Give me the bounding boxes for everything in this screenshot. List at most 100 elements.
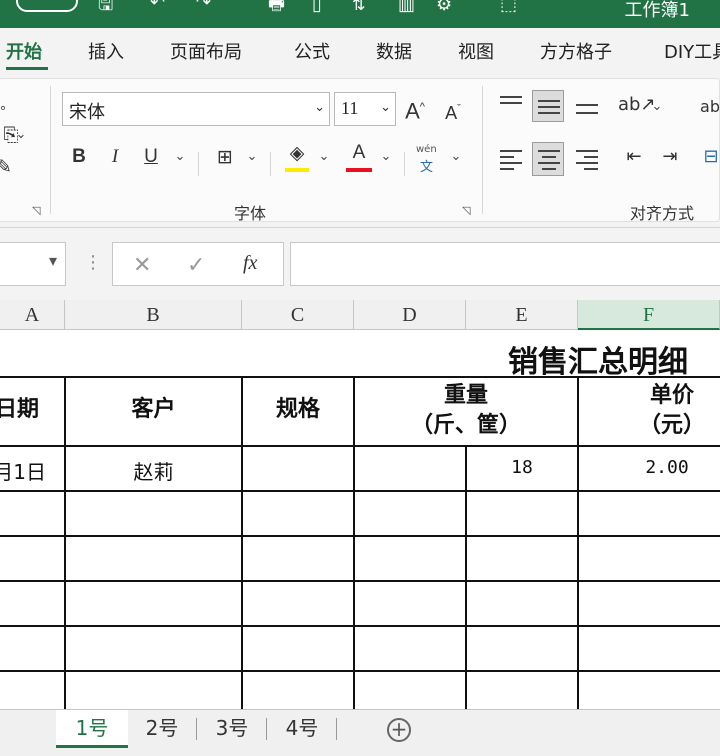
clipboard-launcher-icon[interactable]: ◹ (32, 204, 40, 217)
underline-dropdown-icon[interactable]: ⌄ (172, 142, 188, 172)
chevron-down-icon[interactable]: ⌄ (314, 99, 325, 115)
tab-diy-toolbox[interactable]: DIY工具箱 (664, 38, 720, 64)
column-header-b[interactable]: B (65, 300, 242, 330)
wrap-text-icon[interactable]: ab (700, 92, 720, 122)
column-header-f[interactable]: F (578, 300, 720, 330)
increase-font-size-button[interactable]: A^ (400, 92, 430, 126)
sheet-tab-bar: 1号 2号 3号 4号 + (0, 709, 720, 756)
chevron-down-icon[interactable]: ⌄ (380, 99, 391, 115)
cell-date[interactable]: 月1日 (0, 456, 64, 485)
settings-icon[interactable]: ⚙ (436, 0, 452, 16)
row-border (0, 445, 720, 447)
decrease-font-size-button[interactable]: Aˇ (438, 94, 468, 128)
group-separator (50, 86, 51, 214)
group-separator (482, 86, 483, 214)
font-launcher-icon[interactable]: ◹ (462, 204, 470, 217)
column-header-e[interactable]: E (466, 300, 578, 330)
cell-customer[interactable]: 赵莉 (65, 456, 242, 485)
new-file-icon[interactable]: ▯ (312, 0, 322, 16)
cell-weight[interactable]: 18 (466, 457, 578, 478)
italic-button[interactable]: I (102, 142, 128, 172)
active-tab-indicator (6, 67, 48, 70)
formula-input[interactable] (290, 242, 720, 286)
group-separator (404, 152, 405, 176)
name-box-dropdown-icon[interactable]: ▾ (49, 251, 57, 270)
align-top-icon[interactable] (500, 96, 522, 114)
cell-price[interactable]: 2.00 (578, 457, 720, 478)
bold-button[interactable]: B (66, 142, 92, 172)
ribbon-tabs: 开始 插入 页面布局 公式 数据 视图 方方格子 DIY工具箱 (0, 28, 720, 72)
orientation-dropdown-icon[interactable]: ⌄ (650, 92, 664, 122)
redo-icon[interactable]: ↷ (196, 0, 211, 14)
header-customer[interactable]: 客户 (65, 395, 242, 425)
screenshot-icon[interactable]: ⬚ (500, 0, 517, 16)
title-bar: 🖫 ↶ ↷ 🖶 ▯ ⇅ ▥ ⚙ ⬚ 工作簿1 (0, 0, 720, 28)
row-border (0, 670, 720, 672)
column-border (64, 376, 66, 709)
tab-page-layout[interactable]: 页面布局 (170, 38, 242, 64)
save-icon[interactable]: 🖫 (98, 0, 113, 16)
fill-color-swatch (285, 168, 309, 172)
tab-data[interactable]: 数据 (376, 38, 412, 64)
align-left-icon[interactable] (500, 150, 522, 170)
header-date[interactable]: 日期 (0, 395, 64, 425)
sort-icon[interactable]: ⇅ (352, 0, 365, 16)
increase-indent-icon[interactable]: ⇥ (656, 142, 684, 172)
decrease-indent-icon[interactable]: ⇤ (620, 142, 648, 172)
autosave-toggle[interactable] (16, 0, 78, 12)
confirm-icon[interactable]: ✓ (187, 253, 205, 278)
column-header-c[interactable]: C (242, 300, 354, 330)
underline-button[interactable]: U (138, 142, 164, 172)
column-border (241, 376, 243, 709)
chart-icon[interactable]: ▥ (398, 0, 415, 16)
borders-icon[interactable]: ⊞ (208, 142, 242, 172)
tab-fangfang[interactable]: 方方格子 (540, 38, 612, 64)
undo-icon[interactable]: ↶ (150, 0, 165, 14)
align-bottom-icon[interactable] (576, 102, 598, 120)
header-spec[interactable]: 规格 (242, 395, 354, 425)
tab-view[interactable]: 视图 (458, 38, 494, 64)
sheet-tab-2[interactable]: 2号 (128, 710, 196, 748)
tab-home[interactable]: 开始 (6, 38, 42, 64)
header-weight-line2: （斤、筐） (410, 413, 521, 438)
merge-center-icon[interactable]: ⊟ (702, 142, 720, 172)
header-weight-line1[interactable]: 重量 (354, 381, 578, 411)
fill-color-dropdown-icon[interactable]: ⌄ (316, 142, 332, 172)
name-box[interactable]: ▾ (0, 242, 66, 286)
add-sheet-button[interactable]: + (387, 718, 411, 742)
ribbon: ∘ ⎘ ⌄ ✎ ◹ 宋体 ⌄ 11 ⌄ A^ Aˇ B I U ⌄ ⊞ ⌄ ◈ … (0, 72, 720, 228)
row-border (0, 376, 720, 378)
align-center-button[interactable] (532, 142, 564, 176)
phonetic-dropdown-icon[interactable]: ⌄ (448, 142, 464, 172)
tab-separator (266, 718, 267, 740)
font-color-dropdown-icon[interactable]: ⌄ (378, 142, 394, 172)
fill-color-icon[interactable]: ◈ (282, 138, 312, 168)
phonetic-guide-icon[interactable]: 文 (420, 156, 433, 175)
copy-dropdown-icon[interactable]: ⌄ (14, 120, 28, 150)
format-painter-icon[interactable]: ✎ (0, 152, 12, 182)
column-header-d[interactable]: D (354, 300, 466, 330)
header-price-line1[interactable]: 单价 (578, 381, 720, 411)
tab-insert[interactable]: 插入 (88, 38, 124, 64)
font-size-select[interactable]: 11 ⌄ (334, 92, 396, 126)
sheet-tab-3[interactable]: 3号 (198, 710, 266, 748)
formula-bar-grip-icon[interactable]: ⋮ (84, 252, 102, 273)
insert-function-icon[interactable]: fx (243, 252, 257, 275)
align-middle-button[interactable] (532, 90, 564, 122)
sheet-tab-4[interactable]: 4号 (268, 710, 336, 748)
sheet-tab-1[interactable]: 1号 (56, 710, 128, 748)
print-preview-icon[interactable]: 🖶 (268, 0, 285, 16)
orientation-icon[interactable]: ab↗ (618, 90, 656, 120)
tab-formulas[interactable]: 公式 (294, 38, 330, 64)
font-color-button[interactable]: A (344, 138, 374, 168)
worksheet-grid[interactable]: 销售汇总明细 日期 客户 规格 重量 （斤、筐） 单价 （元） 月1日 赵莉 1… (0, 331, 720, 709)
cancel-icon[interactable]: ✕ (133, 253, 151, 278)
row-border (0, 490, 720, 492)
align-right-icon[interactable] (576, 150, 598, 170)
font-color-swatch (346, 168, 372, 172)
tab-separator (196, 718, 197, 740)
font-name-select[interactable]: 宋体 ⌄ (62, 92, 330, 126)
column-header-a[interactable]: A (0, 300, 65, 330)
formula-bar: ▾ ⋮ ✕ ✓ fx (0, 228, 720, 300)
borders-dropdown-icon[interactable]: ⌄ (244, 142, 260, 172)
